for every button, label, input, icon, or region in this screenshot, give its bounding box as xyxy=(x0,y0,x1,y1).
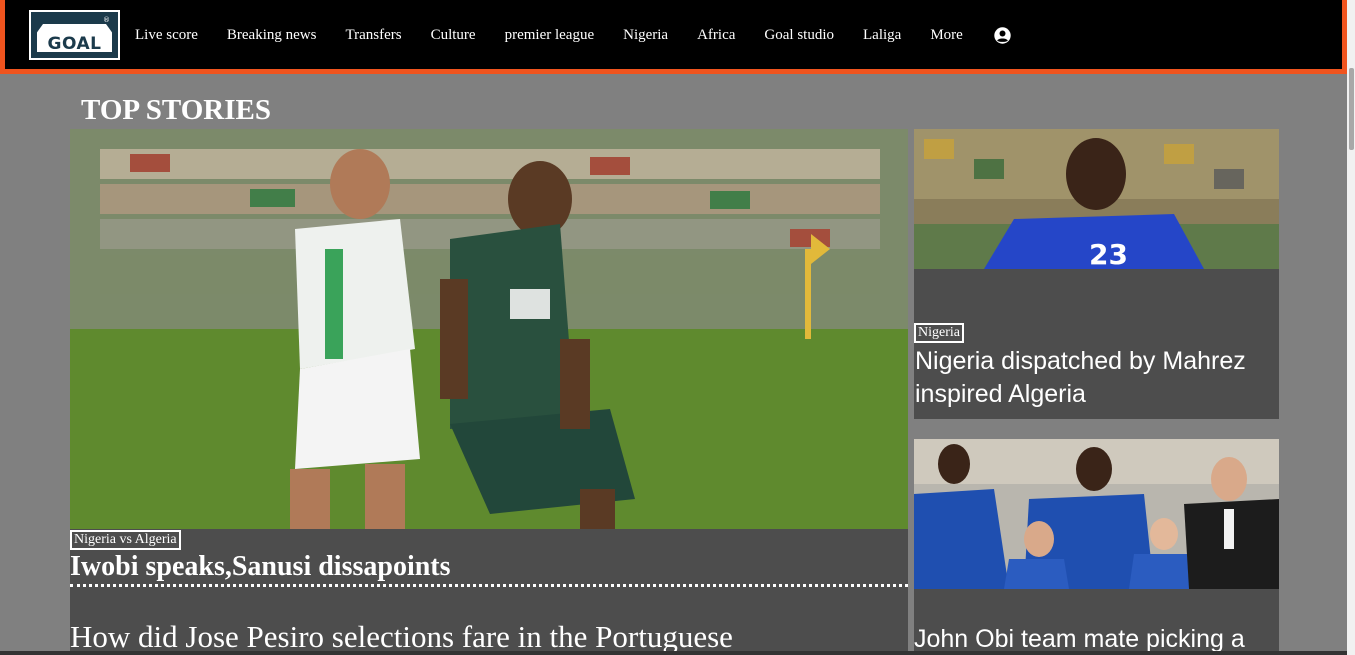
main-story-image[interactable] xyxy=(70,129,908,529)
nav-item-culture[interactable]: Culture xyxy=(431,27,476,44)
side-story-headline-1[interactable]: Nigeria dispatched by Mahrez inspired Al… xyxy=(915,345,1275,411)
logo-registered-mark: ® xyxy=(103,16,110,24)
main-story-tag[interactable]: Nigeria vs Algeria xyxy=(70,530,181,550)
nav-item-laliga[interactable]: Laliga xyxy=(863,27,901,44)
nav-item-more[interactable]: More xyxy=(930,27,963,44)
top-navbar: GOAL ® Live score Breaking news Transfer… xyxy=(0,0,1347,74)
main-story-headline[interactable]: Iwobi speaks,Sanusi dissapoints xyxy=(70,551,451,583)
nav-item-live-score[interactable]: Live score xyxy=(135,27,198,44)
nav-item-goal-studio[interactable]: Goal studio xyxy=(764,27,834,44)
user-circle-icon[interactable] xyxy=(994,26,1011,44)
svg-text:23: 23 xyxy=(1089,238,1128,269)
nav-item-transfers[interactable]: Transfers xyxy=(345,27,401,44)
nav-menu: Live score Breaking news Transfers Cultu… xyxy=(135,0,1011,70)
main-story-card[interactable]: Nigeria vs Algeria Iwobi speaks,Sanusi d… xyxy=(70,129,908,655)
side-story-image-2[interactable] xyxy=(914,439,1279,589)
side-story-headline-2[interactable]: John Obi team mate picking a xyxy=(914,625,1245,654)
side-story-image-1[interactable]: 23 xyxy=(914,129,1279,269)
nav-item-africa[interactable]: Africa xyxy=(697,27,735,44)
next-story-headline[interactable]: How did Jose Pesiro selections fare in t… xyxy=(70,619,733,655)
scrollbar-thumb[interactable] xyxy=(1349,68,1354,150)
goal-logo[interactable]: GOAL ® xyxy=(29,10,120,60)
bottom-edge xyxy=(0,651,1347,655)
side-story-card-1[interactable]: 23 Nigeria Nigeria dispatched by Mahrez … xyxy=(914,129,1279,419)
headline-divider xyxy=(70,584,908,587)
nav-item-nigeria[interactable]: Nigeria xyxy=(623,27,668,44)
nav-item-breaking-news[interactable]: Breaking news xyxy=(227,27,317,44)
logo-text: GOAL xyxy=(47,34,102,54)
side-story-card-2[interactable]: John Obi team mate picking a xyxy=(914,439,1279,655)
nav-item-premier-league[interactable]: premier league xyxy=(505,27,595,44)
section-title: TOP STORIES xyxy=(81,94,271,126)
side-story-tag-1[interactable]: Nigeria xyxy=(914,323,964,343)
